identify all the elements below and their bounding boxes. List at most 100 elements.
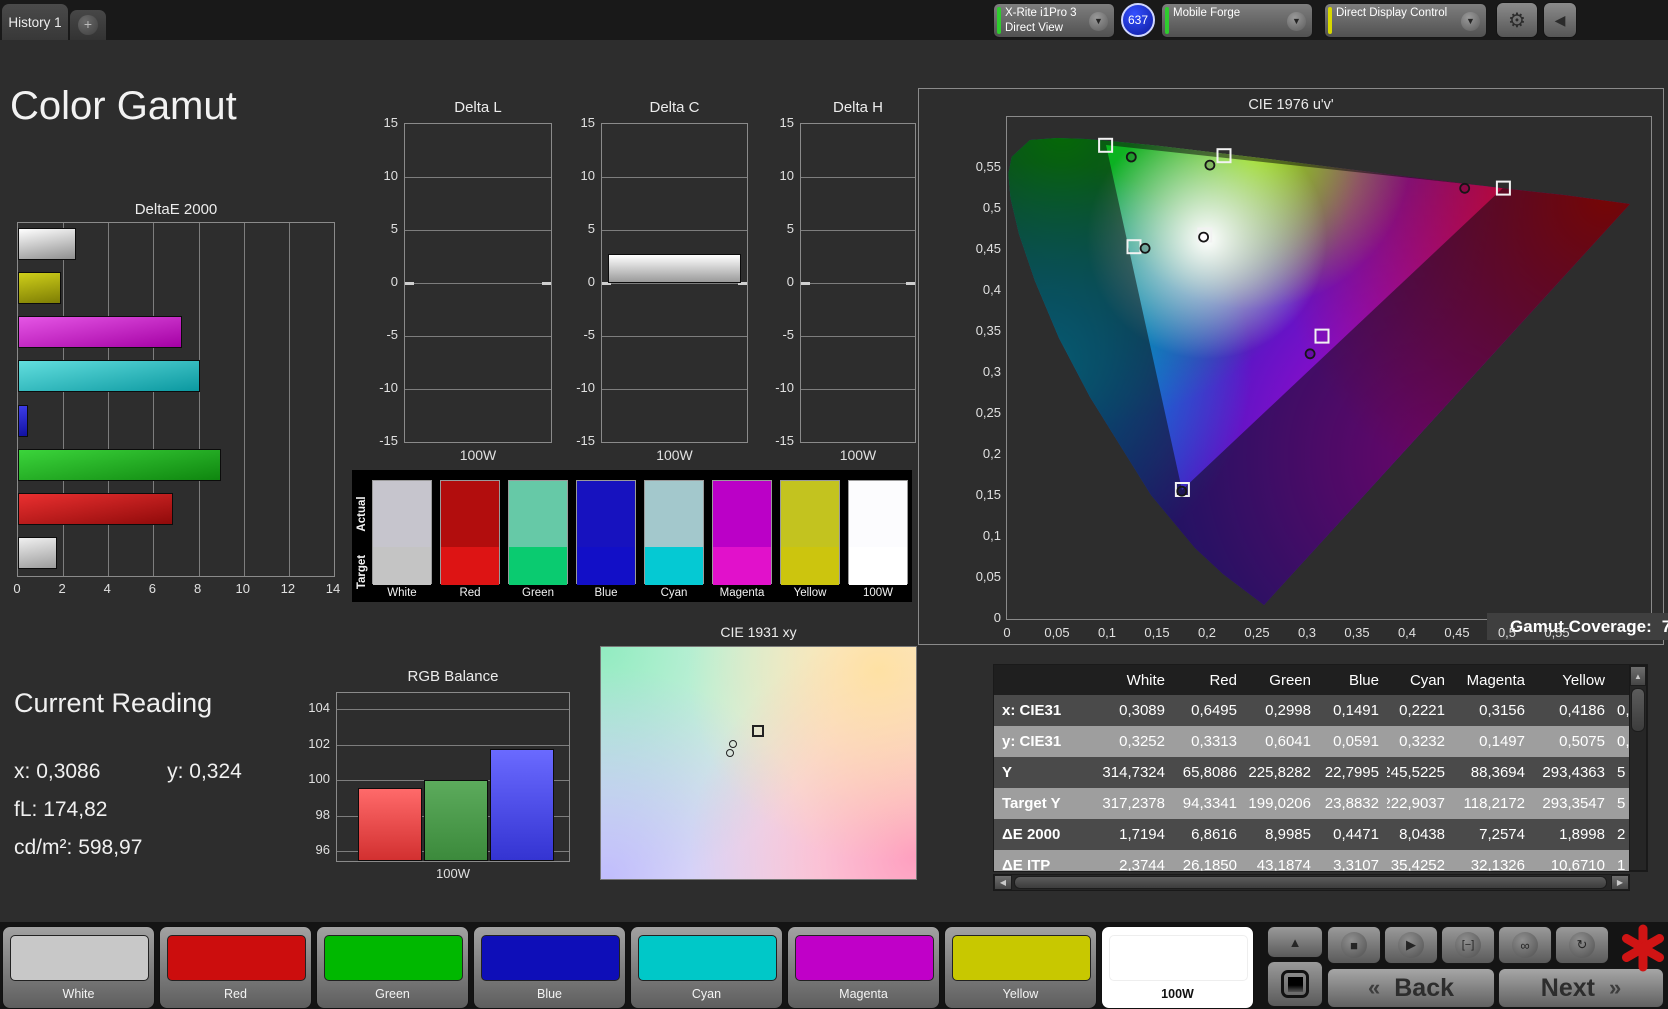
pattern-button-green[interactable]: Green (316, 926, 469, 1009)
scroll-up-arrow[interactable]: ▲ (1630, 666, 1646, 686)
rgb-y-tick: 96 (315, 842, 330, 857)
stop-button[interactable]: ■ (1327, 926, 1381, 964)
pattern-list-up-button[interactable]: ▲ (1267, 926, 1323, 958)
gridline (602, 177, 747, 178)
target-swatch (645, 547, 703, 585)
add-tab-button[interactable]: + (70, 10, 106, 40)
pattern-label: Magenta (839, 987, 888, 1001)
cie1976-y-tick: 0,2 (982, 446, 1001, 461)
range-button[interactable]: [−] (1441, 926, 1495, 964)
cie1976-x-tick: 0,55 (1544, 625, 1570, 640)
table-row-target-y: Target Y 317,2378 94,3341 199,0206 23,8832 22… (994, 788, 1631, 819)
x-label: x: (14, 760, 31, 783)
swatch-column-100w (848, 480, 908, 585)
actual-swatch (577, 481, 635, 547)
cie1976-title: CIE 1976 u'v' (1248, 97, 1334, 113)
app-window: History 1 + X-Rite i1Pro 3 Direct View ▼… (0, 0, 1668, 1009)
tab-history-1[interactable]: History 1 (2, 4, 68, 40)
rgb-balance-x-label: 100W (436, 866, 470, 881)
pattern-label: 100W (1161, 987, 1194, 1001)
target-swatch (577, 547, 635, 585)
v-scroll-thumb[interactable] (1631, 688, 1645, 732)
cell: 222,9037 (1387, 795, 1445, 812)
refresh-button[interactable]: ↻ (1555, 926, 1609, 964)
ambient-reading-badge[interactable]: 637 (1121, 3, 1155, 37)
cie1976-x-tick: 0,05 (1044, 625, 1070, 640)
table-v-scrollbar[interactable]: ▲ (1629, 665, 1647, 871)
pattern-button-blue[interactable]: Blue (473, 926, 626, 1009)
triangle-up-icon: ▲ (1288, 934, 1302, 950)
back-button[interactable]: « Back (1327, 968, 1495, 1008)
meter-mode: Direct View (1005, 22, 1063, 34)
swatch-label: Red (459, 587, 481, 599)
bar-yellow (18, 272, 61, 305)
meter-dropdown[interactable]: X-Rite i1Pro 3 Direct View ▼ (993, 3, 1115, 38)
chevron-down-icon: ▼ (1287, 12, 1306, 31)
delta_l-y-tick: 0 (390, 274, 398, 289)
swatch-label: White (387, 587, 417, 599)
swatch-column-green (508, 480, 568, 585)
cell: 0,1497 (1479, 733, 1525, 750)
row-label: x: CIE31 (1002, 702, 1062, 719)
swatch-label: Green (522, 587, 554, 599)
top-bar: History 1 + X-Rite i1Pro 3 Direct View ▼… (0, 0, 1668, 40)
cd-value: 598,97 (78, 836, 143, 859)
bar-magenta (18, 316, 182, 349)
pattern-button-100w[interactable]: 100W (1101, 926, 1254, 1009)
table-row-y: Y 314,7324 65,8086 225,8282 22,7995 245,5225 8… (994, 757, 1631, 788)
delta_c-y-tick: -15 (576, 433, 595, 448)
pattern-button-red[interactable]: Red (159, 926, 312, 1009)
notification-asterisk-icon[interactable] (1620, 924, 1666, 972)
gridline (801, 230, 915, 231)
x-tick-label: 8 (193, 581, 202, 596)
x-tick-label: 0 (13, 581, 21, 596)
pattern-button-magenta[interactable]: Magenta (787, 926, 940, 1009)
play-button[interactable]: ▶ (1384, 926, 1438, 964)
cell: 1,7194 (1119, 826, 1165, 843)
cie1931-title: CIE 1931 xy (720, 624, 797, 640)
cell: 199,0206 (1248, 795, 1311, 812)
delta_c-bar (608, 254, 741, 283)
table-h-scrollbar[interactable]: ◀ ▶ (993, 874, 1630, 891)
table-row--e-itp: ΔE ITP 2,3744 26,1850 43,1874 3,3107 35,4252 3… (994, 850, 1631, 872)
cie1976-y-tick: 0,1 (982, 528, 1001, 543)
settings-button[interactable]: ⚙ (1496, 2, 1538, 38)
display-control-dropdown[interactable]: Direct Display Control ▼ (1324, 3, 1487, 38)
pattern-window-button[interactable] (1267, 961, 1323, 1007)
actual-target-swatch-panel: Actual Target White Red Green Blue Cyan Magenta… (352, 470, 912, 602)
workflow-dropdown[interactable]: Mobile Forge ▼ (1161, 3, 1313, 38)
table-row-x-cie31: x: CIE31 0,3089 0,6495 0,2998 0,1491 0,2221 0,… (994, 695, 1631, 726)
actual-swatch (713, 481, 771, 547)
cell: 0,6495 (1191, 702, 1237, 719)
delta_c-y-tick: 0 (587, 274, 595, 289)
pattern-swatch (952, 935, 1091, 981)
row-label: ΔE ITP (1002, 857, 1051, 872)
pattern-button-yellow[interactable]: Yellow (944, 926, 1097, 1009)
gamut-coverage-value: 75,3% (1661, 616, 1668, 636)
workflow-name: Mobile Forge (1173, 7, 1241, 19)
gridline (405, 230, 551, 231)
swatch-label: Cyan (660, 587, 688, 599)
fl-label: fL: (14, 798, 38, 821)
cie1976-x-tick: 0,4 (1397, 625, 1417, 640)
cie1976-y-tick: 0,05 (975, 569, 1001, 584)
collapse-panel-button[interactable]: ◀ (1543, 2, 1577, 38)
scroll-left-arrow[interactable]: ◀ (994, 875, 1012, 890)
bar-cyan (18, 360, 200, 393)
next-label: Next (1540, 973, 1595, 1002)
gridline (337, 709, 569, 710)
gridline (405, 389, 551, 390)
pattern-button-white[interactable]: White (2, 926, 155, 1009)
scroll-right-arrow[interactable]: ▶ (1611, 875, 1629, 890)
pattern-swatch (324, 935, 463, 981)
delta_c-y-tick: 5 (587, 221, 595, 236)
next-button[interactable]: Next » (1498, 968, 1664, 1008)
infinity-button[interactable]: ∞ (1498, 926, 1552, 964)
measured-marker-white (1198, 231, 1210, 243)
cell: 6,8616 (1191, 826, 1237, 843)
column-header-red: Red (1209, 671, 1237, 689)
range-icon: [−] (1455, 932, 1481, 958)
actual-row-label: Actual (356, 496, 368, 532)
pattern-button-cyan[interactable]: Cyan (630, 926, 783, 1009)
h-scroll-thumb[interactable] (1014, 876, 1607, 889)
